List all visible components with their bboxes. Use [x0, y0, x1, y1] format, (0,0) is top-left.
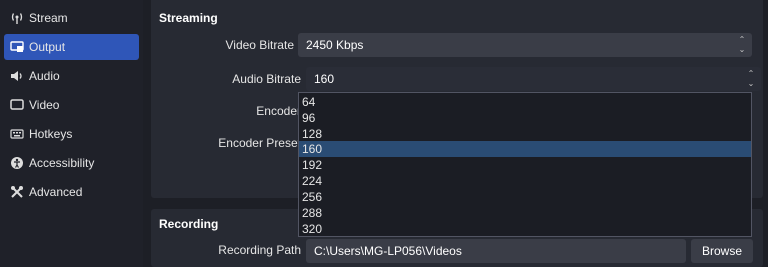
browse-button[interactable]: Browse	[691, 239, 753, 263]
settings-sidebar: Stream Output Audio Video Hotkeys Access…	[0, 0, 143, 267]
output-icon	[10, 40, 24, 54]
sidebar-item-accessibility[interactable]: Accessibility	[4, 150, 139, 176]
speaker-icon	[10, 69, 24, 83]
sidebar-item-video[interactable]: Video	[4, 92, 139, 118]
spin-arrows-icon[interactable]: ⌃ ⌄	[738, 36, 746, 54]
dropdown-option[interactable]: 64	[299, 94, 751, 110]
sidebar-item-hotkeys[interactable]: Hotkeys	[4, 121, 139, 147]
accessibility-icon	[10, 156, 24, 170]
sidebar-item-stream[interactable]: Stream	[4, 5, 139, 31]
recording-title: Recording	[159, 217, 219, 231]
dropdown-option-selected[interactable]: 160	[299, 141, 751, 157]
dropdown-option[interactable]: 256	[299, 189, 751, 205]
audio-bitrate-label: Audio Bitrate	[232, 72, 301, 86]
streaming-title: Streaming	[159, 11, 218, 25]
recording-path-label: Recording Path	[218, 243, 301, 257]
audio-bitrate-value: 160	[314, 72, 335, 86]
dropdown-option[interactable]: 96	[299, 110, 751, 126]
sidebar-item-label: Video	[29, 98, 60, 112]
select-arrows-icon: ⌃ ⌄	[747, 69, 755, 88]
video-bitrate-value: 2450 Kbps	[306, 38, 364, 52]
sidebar-item-label: Audio	[29, 69, 60, 83]
audio-bitrate-select[interactable]: 160 ⌃ ⌄	[306, 67, 761, 91]
video-bitrate-label: Video Bitrate	[225, 38, 295, 52]
sidebar-item-label: Advanced	[29, 185, 83, 199]
sidebar-item-label: Hotkeys	[29, 127, 73, 141]
settings-window: Stream Output Audio Video Hotkeys Access…	[0, 0, 768, 267]
sidebar-item-label: Stream	[29, 11, 68, 25]
sidebar-item-label: Accessibility	[29, 156, 95, 170]
sidebar-item-label: Output	[29, 40, 66, 54]
keyboard-icon	[10, 127, 24, 141]
sidebar-item-output[interactable]: Output	[4, 34, 139, 60]
dropdown-option[interactable]: 128	[299, 126, 751, 142]
recording-path-input[interactable]: C:\Users\MG-LP056\Videos	[306, 239, 686, 263]
monitor-icon	[10, 98, 24, 112]
encoder-preset-label: Encoder Preset	[218, 136, 301, 150]
tools-icon	[10, 185, 24, 199]
dropdown-option[interactable]: 224	[299, 173, 751, 189]
antenna-icon	[10, 11, 24, 25]
audio-bitrate-dropdown-list: 64 96 128 160 192 224 256 288 320	[298, 92, 752, 237]
sidebar-item-audio[interactable]: Audio	[4, 63, 139, 89]
dropdown-option[interactable]: 288	[299, 205, 751, 221]
encoder-label: Encoder	[256, 104, 301, 118]
dropdown-option[interactable]: 320	[299, 221, 751, 237]
dropdown-option[interactable]: 192	[299, 157, 751, 173]
sidebar-item-advanced[interactable]: Advanced	[4, 179, 139, 205]
recording-path-value: C:\Users\MG-LP056\Videos	[314, 244, 462, 258]
video-bitrate-spinbox[interactable]: 2450 Kbps ⌃ ⌄	[298, 33, 752, 57]
